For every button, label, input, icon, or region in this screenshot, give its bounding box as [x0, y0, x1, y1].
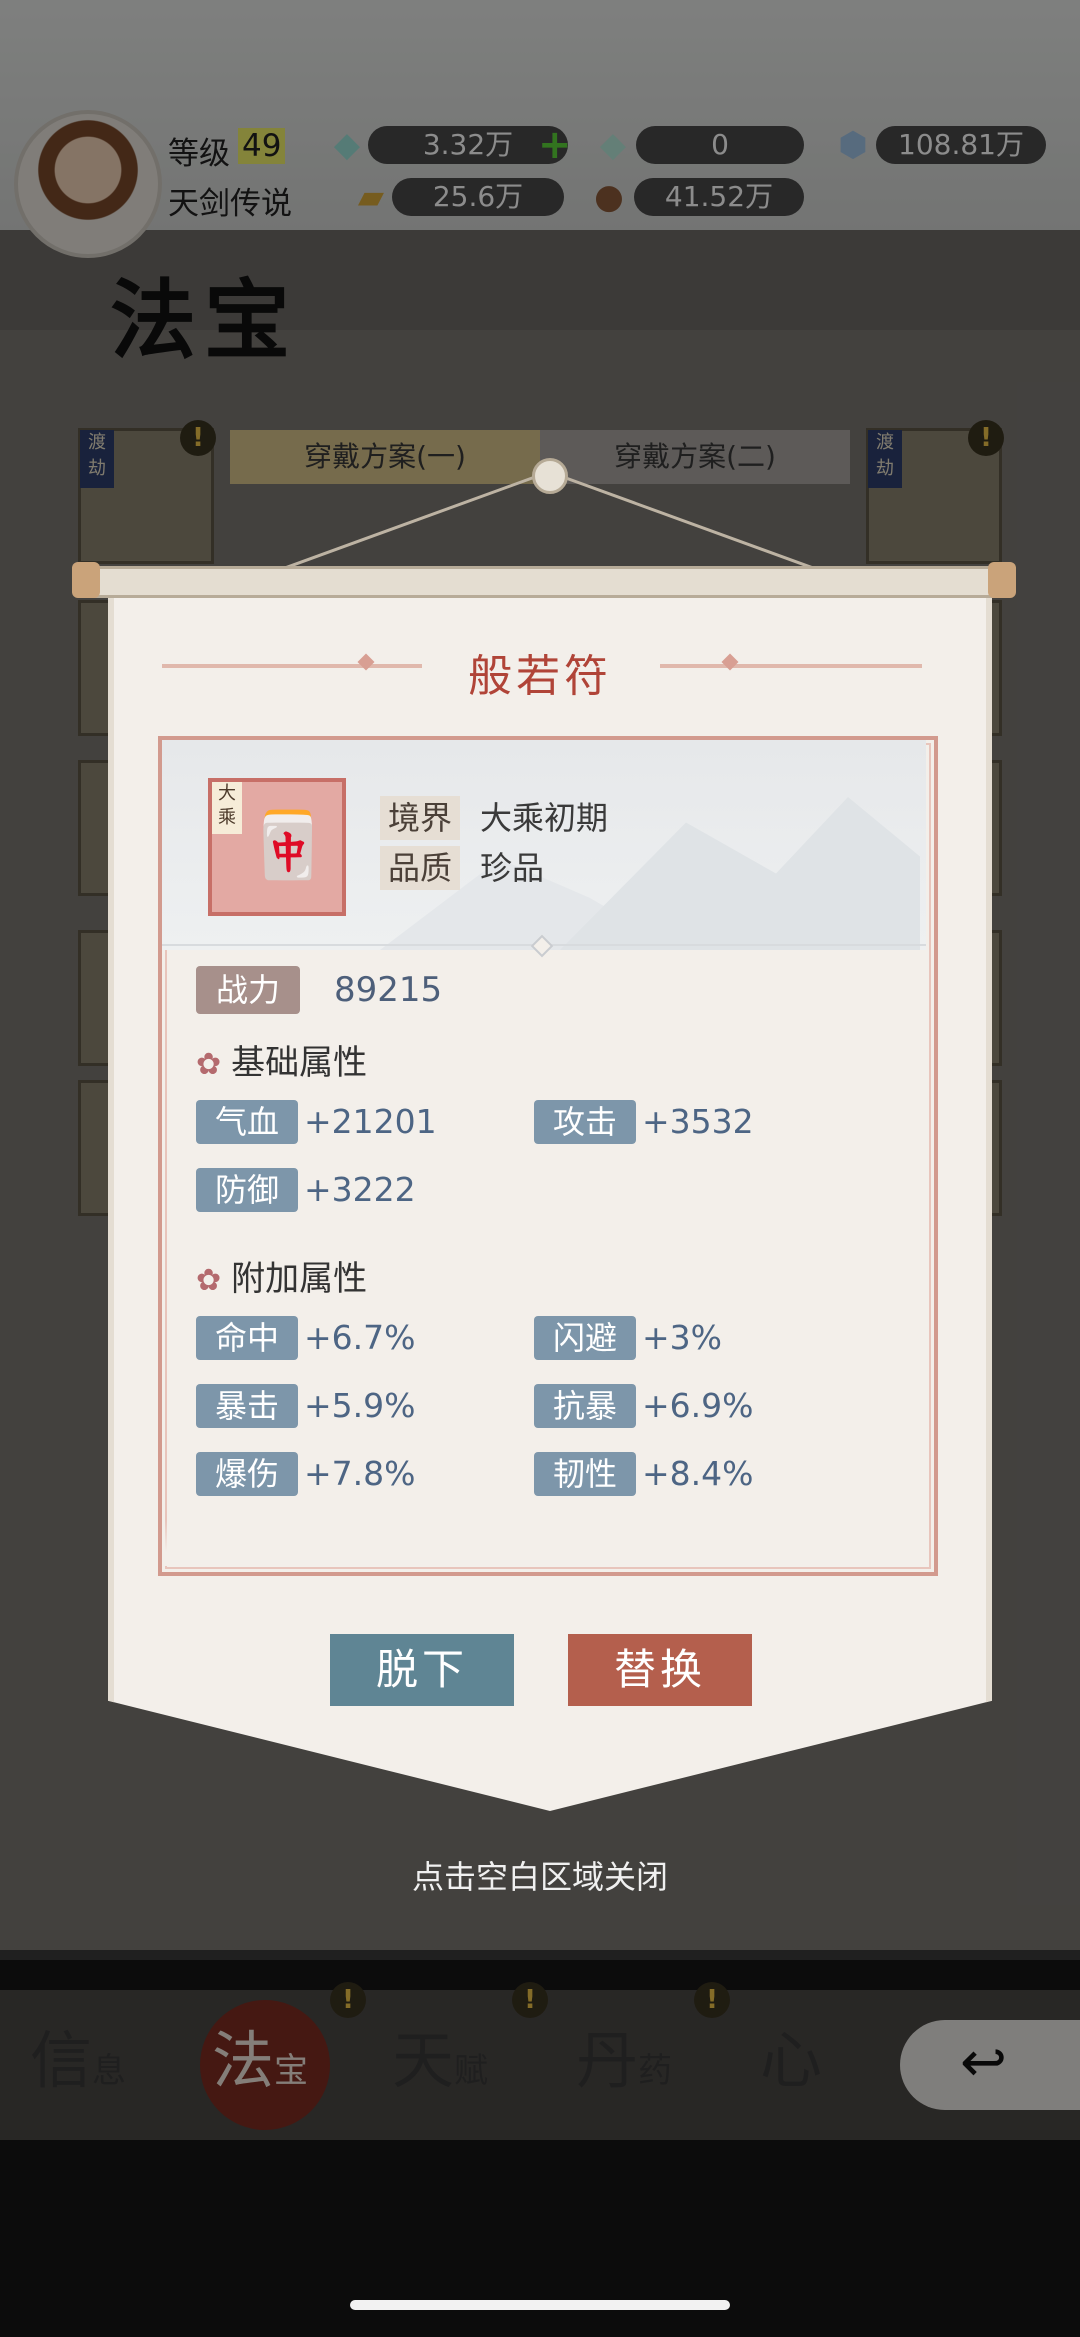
base-attributes-heading: ✿ 基础属性 [196, 1038, 367, 1088]
stat-name: 防御 [196, 1168, 298, 1212]
stat-value: +3222 [304, 1170, 416, 1209]
extra-attributes-title: 附加属性 [231, 1259, 368, 1299]
base-attributes-title: 基础属性 [231, 1043, 368, 1083]
stat-value: +8.4% [642, 1454, 754, 1493]
scroll-rod-end [988, 562, 1016, 598]
stat-name: 闪避 [534, 1316, 636, 1360]
power-value: 89215 [334, 970, 443, 1010]
remove-button[interactable]: 脱下 [330, 1634, 514, 1706]
stat-value: +6.7% [304, 1318, 416, 1357]
stat-name: 抗暴 [534, 1384, 636, 1428]
stat-name: 命中 [196, 1316, 298, 1360]
stat-name: 气血 [196, 1100, 298, 1144]
home-indicator[interactable] [350, 2300, 730, 2310]
scroll-hook [532, 458, 568, 494]
quality-value: 珍品 [480, 849, 545, 887]
quality-label: 品质 [380, 846, 461, 890]
stat-value: +6.9% [642, 1386, 754, 1425]
flower-icon: ✿ [196, 1263, 222, 1298]
talisman-icon: 🀄 [248, 809, 328, 883]
stat-name: 韧性 [534, 1452, 636, 1496]
extra-attributes-heading: ✿ 附加属性 [196, 1254, 367, 1304]
item-tier-tag: 大乘 [212, 782, 242, 834]
stat-value: +3532 [642, 1102, 754, 1141]
realm-label: 境界 [380, 796, 461, 840]
power-label: 战力 [196, 966, 300, 1014]
scroll-rod [80, 566, 1014, 598]
stat-name: 攻击 [534, 1100, 636, 1144]
flower-icon: ✿ [196, 1047, 222, 1082]
scroll-fade [162, 1520, 926, 1566]
replace-button[interactable]: 替换 [568, 1634, 752, 1706]
scroll-rod-end [72, 562, 100, 598]
stat-value: +5.9% [304, 1386, 416, 1425]
stat-name: 暴击 [196, 1384, 298, 1428]
stat-name: 爆伤 [196, 1452, 298, 1496]
realm-value: 大乘初期 [480, 799, 609, 837]
close-hint: 点击空白区域关闭 [411, 1858, 668, 1896]
item-name: 般若符 [468, 651, 612, 702]
stat-value: +21201 [304, 1102, 437, 1141]
stat-value: +3% [642, 1318, 723, 1357]
stat-value: +7.8% [304, 1454, 416, 1493]
